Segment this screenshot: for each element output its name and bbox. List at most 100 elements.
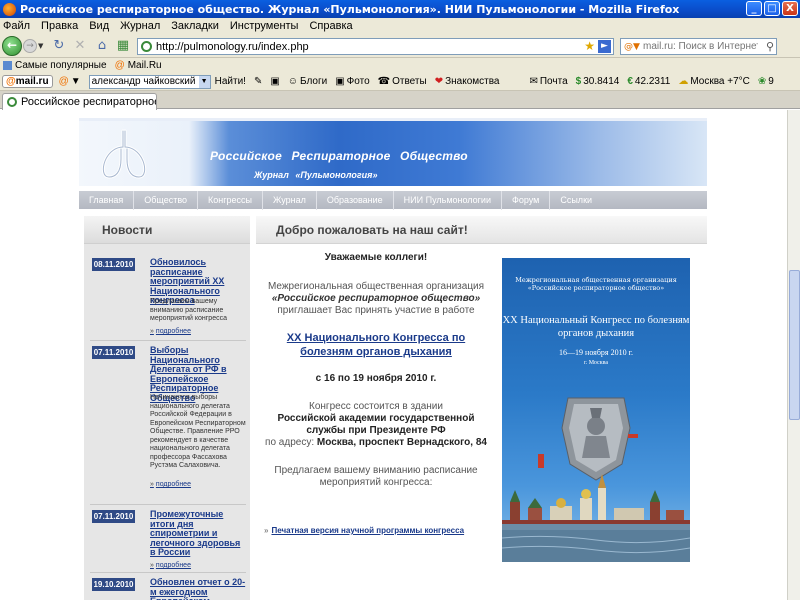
forward-icon[interactable]: → bbox=[23, 39, 37, 53]
site-identity-icon[interactable] bbox=[141, 41, 152, 52]
menu-help[interactable]: Справка bbox=[309, 20, 352, 32]
news-desc: Предлагаем вашему вниманию расписание ме… bbox=[150, 298, 227, 322]
mailru-menu-icon[interactable]: @ ▼ bbox=[59, 76, 81, 87]
url-input[interactable] bbox=[156, 40, 576, 53]
nav-journal[interactable]: Журнал bbox=[263, 190, 317, 210]
bookmark-most-visited[interactable]: Самые популярные bbox=[3, 60, 107, 71]
news-date: 08.11.2010 bbox=[92, 258, 135, 271]
program-intro: Предлагаем вашему вниманию расписание ме… bbox=[274, 465, 478, 488]
poster-artwork bbox=[502, 397, 690, 562]
menu-file[interactable]: Файл bbox=[3, 20, 30, 32]
venue-name: Российской академии государственной служ… bbox=[277, 413, 475, 436]
main-content: Добро пожаловать на наш сайт! Уважаемые … bbox=[256, 216, 707, 600]
news-divider bbox=[90, 504, 246, 505]
currency-eur[interactable]: €42.2311 bbox=[627, 76, 670, 87]
congress-link[interactable]: XX Национального Конгресса по болезням о… bbox=[263, 331, 489, 359]
euro-icon: € bbox=[627, 76, 633, 87]
leaf-icon: ❀ bbox=[757, 76, 767, 87]
welcome-heading: Добро пожаловать на наш сайт! bbox=[256, 216, 707, 244]
window-controls: _ □ X bbox=[746, 1, 798, 16]
reload-icon[interactable]: ↻ bbox=[52, 39, 66, 53]
bookmark-star-icon[interactable]: ★ bbox=[584, 39, 595, 53]
nav-society[interactable]: Общество bbox=[134, 190, 199, 210]
page-viewport: Российское Респираторное Общество Журнал… bbox=[0, 110, 787, 600]
mailru-mail[interactable]: ✉ Почта bbox=[529, 76, 567, 87]
news-date: 19.10.2010 bbox=[92, 578, 135, 591]
mailru-dating[interactable]: ❤ Знакомства bbox=[435, 76, 500, 87]
bookmark-mailru[interactable]: @ Mail.Ru bbox=[115, 60, 162, 71]
scrollbar-thumb[interactable] bbox=[789, 270, 800, 420]
nav-institute[interactable]: НИИ Пульмонологии bbox=[394, 190, 502, 210]
home-icon[interactable]: ⌂ bbox=[95, 39, 109, 53]
news-more-link[interactable]: » подробнее bbox=[150, 481, 191, 488]
search-icon[interactable]: ⚲ bbox=[766, 40, 774, 53]
double-arrow-icon: » bbox=[264, 526, 269, 535]
notifications-counter[interactable]: ❀ 9 bbox=[758, 76, 774, 87]
nav-education[interactable]: Образование bbox=[317, 190, 394, 210]
currency-usd[interactable]: $30.8414 bbox=[576, 76, 620, 87]
news-more-link[interactable]: » подробнее bbox=[150, 328, 191, 335]
site-nav: Главная Общество Конгрессы Журнал Образо… bbox=[79, 190, 707, 210]
menu-history[interactable]: Журнал bbox=[120, 20, 160, 32]
nav-home[interactable]: Главная bbox=[79, 190, 135, 210]
venue-address: Москва, проспект Вернадского, 84 bbox=[316, 437, 487, 448]
chevron-down-icon[interactable]: ▼ bbox=[198, 75, 210, 88]
pencil-icon[interactable]: ✎ bbox=[254, 76, 262, 87]
venue-intro: Конгресс состоится в здании bbox=[309, 401, 443, 412]
search-input[interactable] bbox=[643, 41, 758, 52]
news-sidebar: Новости 08.11.2010 Обновилось расписание… bbox=[84, 216, 250, 600]
stop-icon[interactable]: ✕ bbox=[73, 39, 87, 53]
weather-icon: ☁ bbox=[678, 76, 689, 87]
back-icon[interactable]: ← bbox=[2, 36, 22, 56]
nav-forum[interactable]: Форум bbox=[502, 190, 551, 210]
mailru-blogs[interactable]: ☺ Блоги bbox=[288, 76, 327, 87]
menu-edit[interactable]: Правка bbox=[41, 20, 78, 32]
mailru-logo[interactable]: @mail.ru bbox=[2, 75, 53, 88]
news-more-link[interactable]: » подробнее bbox=[150, 562, 191, 569]
print-program-row: » Печатная версия научной программы конгр… bbox=[264, 526, 464, 535]
go-icon[interactable]: ► bbox=[598, 40, 611, 53]
tab-favicon-icon bbox=[7, 97, 17, 107]
mailru-answers[interactable]: ☎ Ответы bbox=[378, 76, 427, 87]
congress-poster[interactable]: Межрегиональная общественная организация… bbox=[502, 258, 690, 562]
people-icon: ☺ bbox=[287, 76, 299, 87]
window-title: Российское респираторное общество. Журна… bbox=[20, 2, 680, 16]
news-divider bbox=[90, 340, 246, 341]
search-engine-icon[interactable]: @▼ bbox=[621, 42, 643, 52]
close-button[interactable]: X bbox=[782, 1, 798, 16]
tab-bar: Российское респираторное ... bbox=[0, 91, 800, 110]
menu-tools[interactable]: Инструменты bbox=[230, 20, 299, 32]
menu-view[interactable]: Вид bbox=[89, 20, 109, 32]
history-dropdown-icon[interactable]: ▼ bbox=[38, 42, 43, 50]
vertical-scrollbar[interactable] bbox=[787, 110, 800, 600]
firefox-icon bbox=[3, 2, 16, 16]
congress-announcement: Уважаемые коллеги! Межрегиональная общес… bbox=[263, 252, 489, 489]
mailru-at-icon: @ bbox=[114, 60, 125, 71]
tab-pulmonology[interactable]: Российское респираторное ... bbox=[2, 93, 157, 110]
letter-intro: Межрегиональная общественная организация bbox=[267, 281, 485, 292]
nav-congresses[interactable]: Конгрессы bbox=[198, 190, 264, 210]
news-title-link[interactable]: Промежуточные итоги дня спирометрии и ле… bbox=[150, 509, 248, 558]
news-title-link[interactable]: Обновлен отчет о 20-м ежегодном Европейс… bbox=[150, 577, 248, 600]
poster-dates: 16—19 ноября 2010 г. bbox=[559, 348, 633, 357]
minimize-button[interactable]: _ bbox=[746, 1, 762, 16]
mailru-find-button[interactable]: Найти! bbox=[215, 76, 246, 87]
photo-icon: ▣ bbox=[335, 76, 345, 87]
search-bar[interactable]: @▼ ⚲ bbox=[620, 38, 777, 55]
weather-widget[interactable]: ☁ Москва +7°C bbox=[678, 76, 750, 87]
page-icon[interactable]: ▣ bbox=[270, 76, 279, 87]
answers-icon: ☎ bbox=[377, 76, 391, 87]
maximize-button[interactable]: □ bbox=[764, 1, 780, 16]
mailru-photo[interactable]: ▣ Фото bbox=[335, 76, 369, 87]
nav-links[interactable]: Ссылки bbox=[550, 191, 602, 210]
mailru-user-select[interactable]: александр чайковский ▼ bbox=[88, 74, 211, 89]
menu-bookmarks[interactable]: Закладки bbox=[171, 20, 219, 32]
site-container: Российское Респираторное Общество Журнал… bbox=[79, 118, 707, 600]
menu-bar: Файл Правка Вид Журнал Закладки Инструме… bbox=[0, 18, 800, 34]
heart-icon: ❤ bbox=[434, 76, 444, 87]
speed-dial-icon[interactable]: ▦ bbox=[116, 39, 130, 53]
address-bar[interactable]: ★ ► bbox=[137, 38, 614, 55]
congress-dates: с 16 по 19 ноября 2010 г. bbox=[315, 373, 437, 384]
organization-name: «Российское респираторное общество» bbox=[271, 293, 481, 304]
print-program-link[interactable]: Печатная версия научной программы конгре… bbox=[271, 526, 464, 535]
